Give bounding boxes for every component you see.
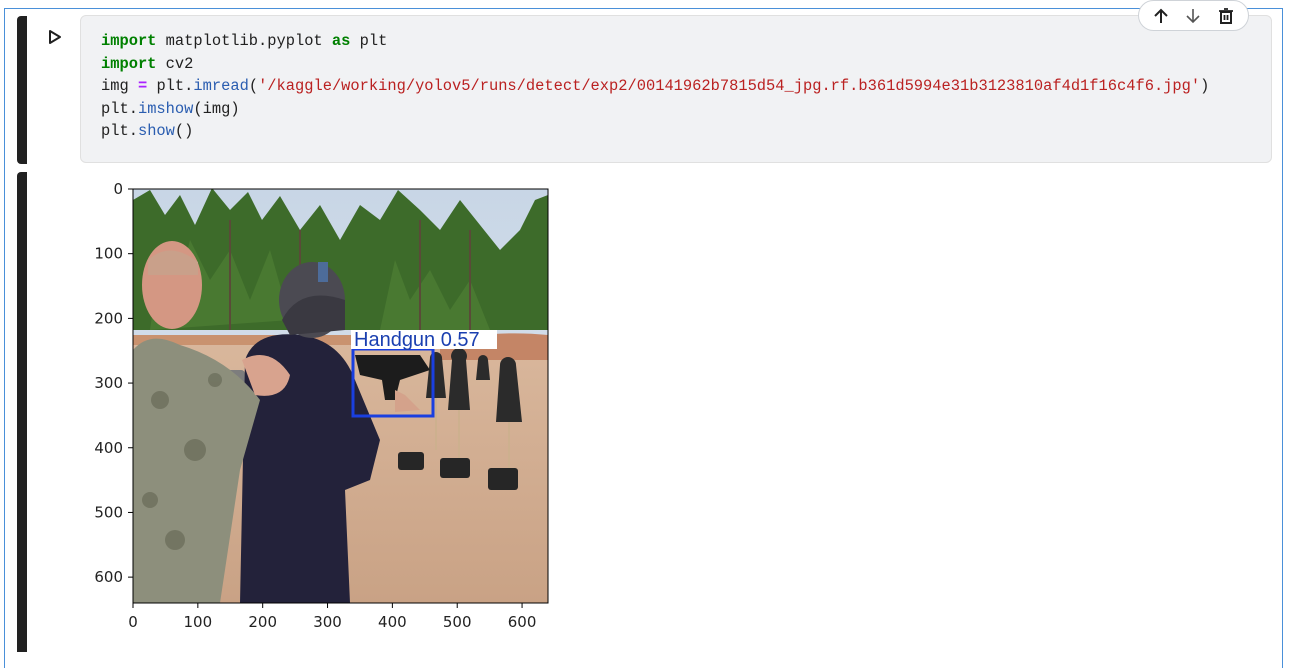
x-tick-label: 500 — [443, 613, 472, 631]
x-tick-label: 300 — [313, 613, 342, 631]
x-tick-label: 0 — [128, 613, 138, 631]
y-tick-label: 500 — [94, 503, 123, 521]
x-tick-label: 400 — [378, 613, 407, 631]
x-tick-label: 100 — [184, 613, 213, 631]
x-tick-label: 600 — [508, 613, 537, 631]
y-axis: 0 100 200 300 400 500 600 — [94, 180, 133, 586]
y-tick-label: 0 — [113, 180, 123, 198]
detection-label: Handgun 0.57 — [354, 329, 480, 351]
y-tick-label: 600 — [94, 568, 123, 586]
y-tick-label: 400 — [94, 439, 123, 457]
photo-image: Handgun 0.57 — [133, 189, 548, 603]
plot-output: Handgun 0.57 0 100 200 300 400 500 600 0 100 200… — [94, 180, 549, 631]
x-tick-label: 200 — [248, 613, 277, 631]
y-tick-label: 100 — [94, 245, 123, 263]
y-tick-label: 300 — [94, 374, 123, 392]
y-tick-label: 200 — [94, 309, 123, 327]
x-axis: 0 100 200 300 400 500 600 — [128, 603, 536, 631]
